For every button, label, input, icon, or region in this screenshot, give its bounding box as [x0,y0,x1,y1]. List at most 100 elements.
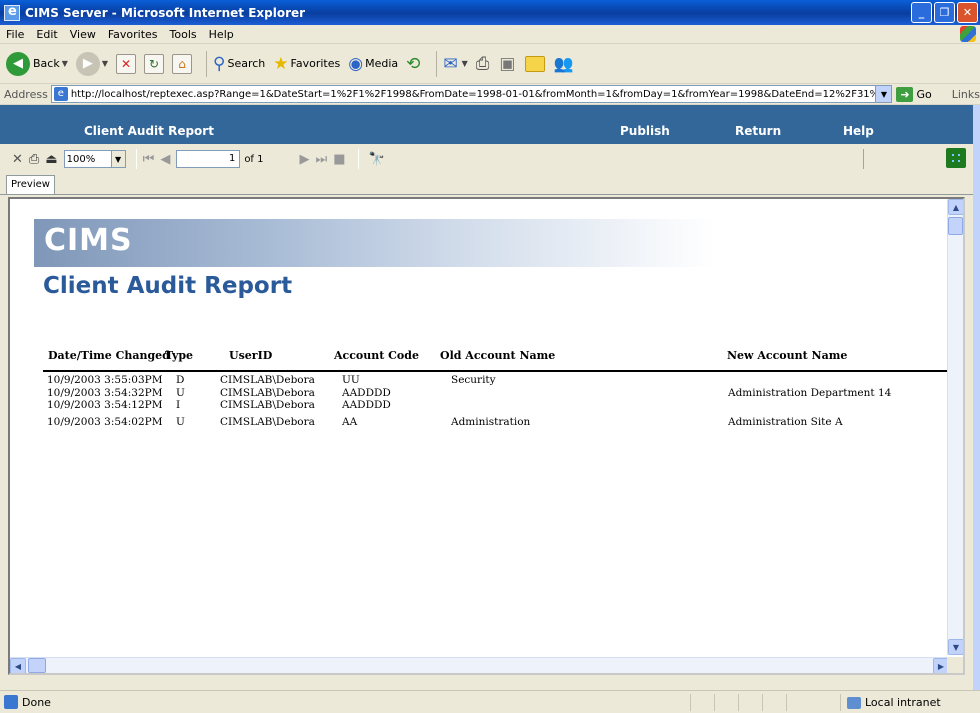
address-label: Address [4,87,48,101]
viewer-separator [357,149,359,169]
browser-toolbar: ◀ Back ▼ ▶ ▼ ✕ ↻ ⌂ ⚲ Search ★ Favorites … [0,44,980,84]
favorites-button[interactable]: ★ Favorites [273,54,340,74]
intranet-icon [847,696,861,709]
history-button[interactable]: ⟲ [406,54,422,74]
report-vertical-scrollbar[interactable]: ▲ ▼ [947,199,963,655]
return-link[interactable]: Return [735,124,781,138]
page-vertical-scrollbar[interactable] [973,105,980,690]
group-tree-icon[interactable] [946,148,966,168]
history-icon: ⟲ [406,53,421,74]
refresh-button[interactable]: ↻ [144,53,165,74]
column-header-date: Date/Time Changed [48,349,170,362]
report-title: Client Audit Report [43,273,293,299]
menu-help[interactable]: Help [209,28,234,41]
next-page-icon[interactable]: ▶ [300,152,310,167]
favorites-star-icon: ★ [273,53,289,74]
menu-file[interactable]: File [6,28,24,41]
previous-page-icon[interactable]: ◀ [160,152,170,167]
address-dropdown-icon[interactable]: ▼ [875,86,892,102]
print-report-icon[interactable]: ⎙ [29,152,39,167]
status-text: Done [22,695,51,709]
stop-button[interactable]: ✕ [116,53,137,74]
dropdown-arrow-icon: ▼ [61,59,68,68]
viewer-separator [135,149,137,169]
edit-button[interactable]: ▣ [499,54,517,74]
print-icon: ⎙ [475,53,490,74]
address-input[interactable]: e http://localhost/reptexec.asp?Range=1&… [50,85,893,103]
cims-logo: CIMS [44,223,133,258]
column-header-old-name: Old Account Name [440,349,556,362]
stop-render-icon[interactable]: ■ [333,152,345,167]
messenger-button[interactable]: 👥 [553,54,573,73]
windows-logo-icon [960,26,976,42]
refresh-icon: ↻ [144,53,165,74]
back-button[interactable]: ◀ Back ▼ [6,51,68,76]
report-viewer-toolbar: ✕ ⎙ ⏏ 100% ▼ ⏮ ◀ 1 of 1 ▶ ⏭ ■ 🔭 [0,144,973,174]
window-title: CIMS Server - Microsoft Internet Explore… [25,5,306,20]
search-button[interactable]: ⚲ Search [213,54,265,74]
folder-icon [525,55,546,72]
page-count: of 1 [244,153,264,165]
tab-divider [0,194,973,195]
scroll-down-icon[interactable]: ▼ [948,639,963,655]
home-button[interactable]: ⌂ [172,53,193,74]
mail-button[interactable]: ✉ ▼ [443,54,467,74]
horizontal-scroll-thumb[interactable] [28,658,46,673]
app-header-title: Client Audit Report [84,124,214,138]
back-arrow-icon: ◀ [6,51,30,76]
column-header-account-code: Account Code [334,349,419,362]
links-button[interactable]: Links [952,88,980,101]
status-pane [690,694,714,711]
media-button[interactable]: ◉ Media [348,54,398,74]
vertical-scroll-thumb[interactable] [948,217,963,235]
dropdown-arrow-icon: ▼ [101,59,109,68]
column-header-type: Type [165,349,194,362]
page-icon: e [53,87,68,101]
status-pane [738,694,762,711]
publish-link[interactable]: Publish [620,124,670,138]
search-icon: ⚲ [213,53,226,74]
report-frame: CIMS Client Audit Report Date/Time Chang… [8,197,965,675]
app-header-strip [0,105,973,119]
scrollbar-corner [947,657,963,673]
home-icon: ⌂ [172,53,193,74]
column-header-new-name: New Account Name [727,349,848,362]
first-page-icon[interactable]: ⏮ [143,152,155,167]
close-report-icon[interactable]: ✕ [12,152,23,167]
status-bar: Done Local intranet [0,690,980,713]
restore-button[interactable]: ❐ [934,2,955,23]
status-pane [762,694,786,711]
scroll-up-icon[interactable]: ▲ [948,199,963,215]
stop-icon: ✕ [116,53,137,74]
messenger-icon: 👥 [553,54,574,73]
page-number-input[interactable]: 1 [176,150,241,168]
find-binoculars-icon[interactable]: 🔭 [369,152,385,167]
zoom-dropdown-icon: ▼ [110,151,125,167]
menu-favorites[interactable]: Favorites [108,28,158,41]
status-page-icon [4,695,18,709]
menu-edit[interactable]: Edit [36,28,57,41]
last-page-icon[interactable]: ⏭ [316,152,328,167]
address-bar: Address e http://localhost/reptexec.asp?… [0,84,980,105]
scroll-left-icon[interactable]: ◀ [10,658,26,673]
menu-view[interactable]: View [70,28,96,41]
report-horizontal-scrollbar[interactable]: ◀ ▶ [10,657,949,673]
tab-preview[interactable]: Preview [6,175,55,195]
status-pane [786,694,810,711]
minimize-button[interactable]: _ [911,2,932,23]
forward-arrow-icon: ▶ [75,51,100,76]
export-icon[interactable]: ⏏ [45,152,57,167]
print-button[interactable]: ⎙ [476,54,492,74]
go-button[interactable]: ➜ Go [896,86,932,102]
column-header-userid: UserID [229,349,273,362]
close-button[interactable]: ✕ [957,2,978,23]
forward-button[interactable]: ▶ ▼ [75,51,109,76]
help-link[interactable]: Help [843,124,874,138]
discuss-button[interactable] [525,55,546,72]
zoom-select[interactable]: 100% ▼ [63,150,126,168]
ie-app-icon [4,4,20,21]
viewer-separator [863,149,864,169]
menu-tools[interactable]: Tools [170,28,197,41]
window-controls: _ ❐ ✕ [911,2,978,23]
toolbar-separator [206,50,208,77]
